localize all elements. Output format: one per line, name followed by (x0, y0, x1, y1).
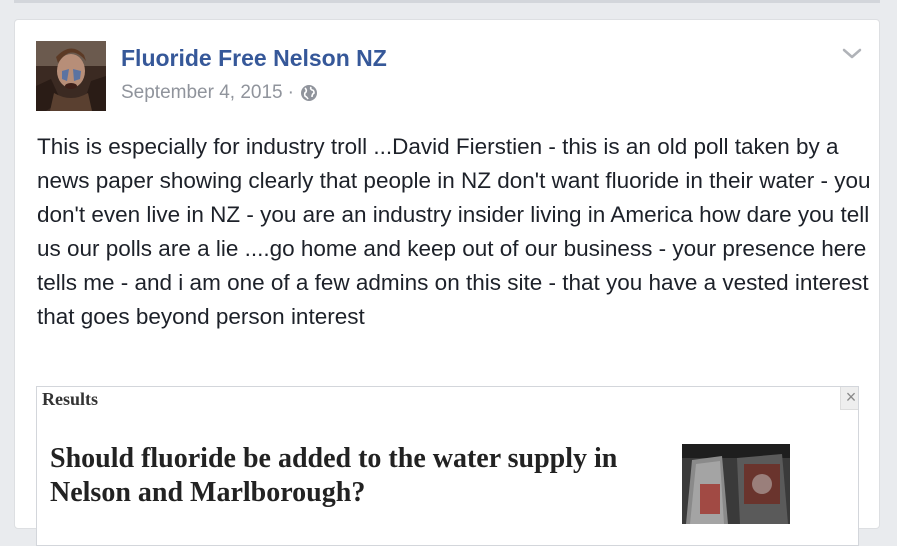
meta-separator: · (287, 82, 294, 103)
post-meta: September 4, 2015 · (121, 82, 318, 104)
post-date[interactable]: September 4, 2015 (121, 82, 283, 104)
poll-attachment[interactable]: Results × Should fluoride be added to th… (36, 386, 859, 546)
globe-icon (300, 84, 318, 102)
previous-post-edge (14, 0, 880, 3)
poll-question: Should fluoride be added to the water su… (50, 443, 618, 508)
results-header: Results (42, 389, 99, 409)
page-avatar[interactable] (36, 41, 106, 111)
chevron-down-icon[interactable] (841, 45, 863, 63)
post-text: This is especially for industry troll ..… (37, 134, 871, 329)
page-name-link[interactable]: Fluoride Free Nelson NZ (121, 45, 387, 72)
post-card: Fluoride Free Nelson NZ September 4, 201… (14, 19, 880, 546)
poll-thumbnail (682, 444, 790, 524)
close-icon[interactable]: × (840, 387, 858, 410)
